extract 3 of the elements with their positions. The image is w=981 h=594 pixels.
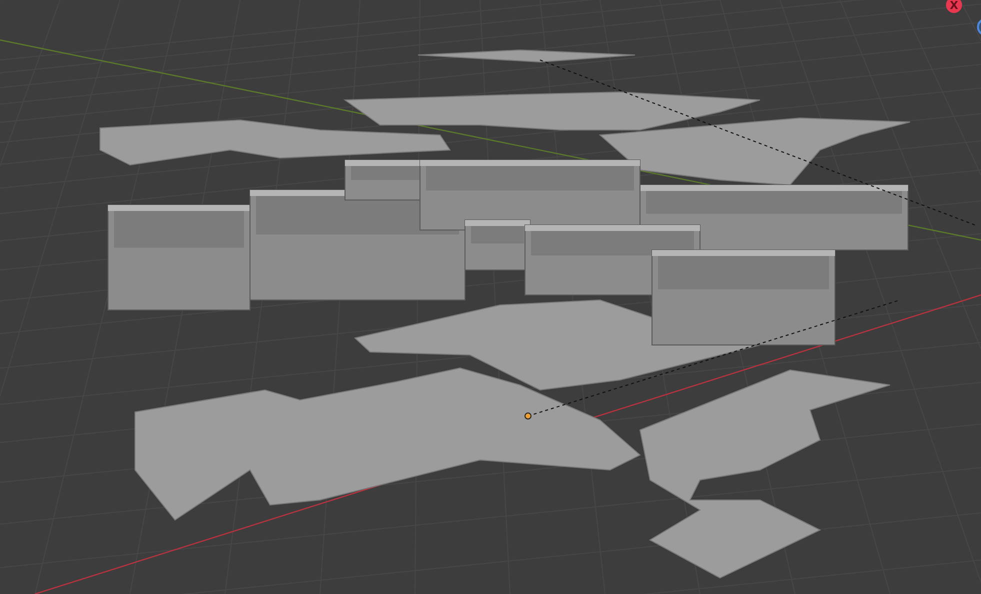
origin-point [524,412,532,420]
z-axis-handle[interactable] [977,18,981,36]
x-axis-handle[interactable]: X [946,0,962,13]
